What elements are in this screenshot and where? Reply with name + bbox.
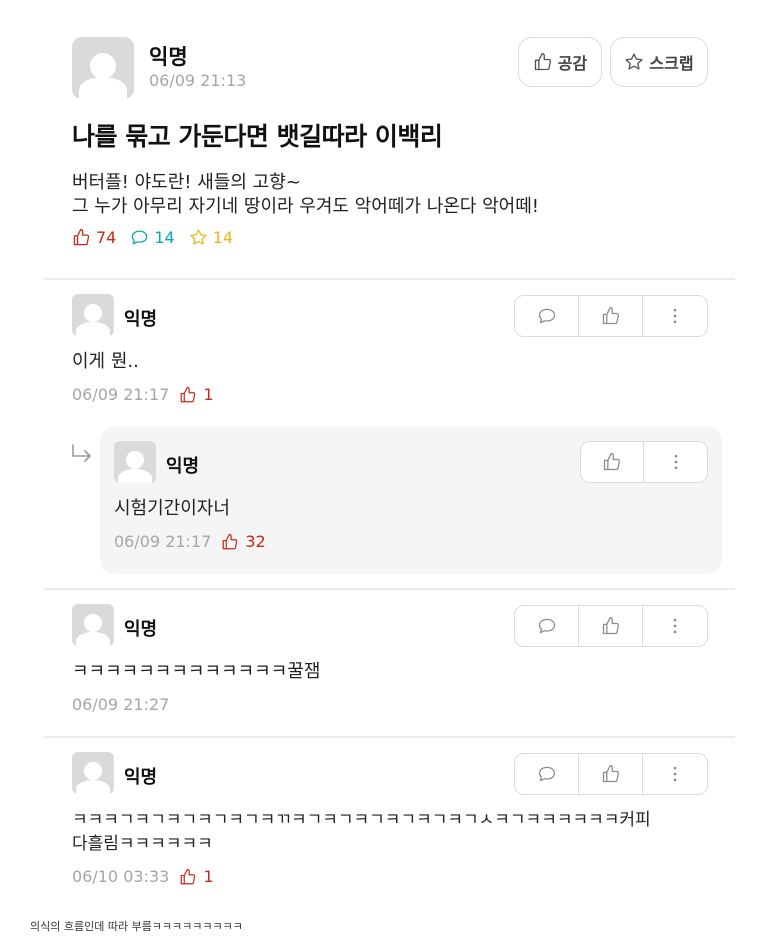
like-button[interactable]	[579, 296, 643, 336]
divider	[44, 736, 735, 738]
more-button[interactable]	[643, 754, 707, 794]
comment-text: ㅋㅋㅋㅋㅋㅋㅋㅋㅋㅋㅋㅋㅋ꿀잼	[72, 661, 321, 682]
thumbs-up-icon	[602, 307, 619, 325]
post-author-avatar	[72, 37, 134, 99]
comment-text: 이게 뭔..	[72, 351, 139, 372]
reply-actions	[580, 441, 708, 483]
post-like-value: 74	[96, 228, 117, 247]
thumbs-up-icon	[180, 386, 196, 402]
reply-box: 익명 시험기간이자너 06/09 21:17 32	[100, 427, 722, 574]
comment-avatar	[72, 294, 114, 336]
thumbs-up-icon	[222, 533, 238, 549]
thumbs-up-icon	[602, 617, 619, 635]
reply-meta: 06/09 21:17 32	[114, 532, 266, 551]
comment-text: ㅋㅋㅋㄱㅋㄱㅋㄱㅋㄱㅋㄱㅋㄲㅋㄱㅋㄱㅋㄱㅋㄱㅋㄱㅋㄱㅅㅋㄱㅋㅋㅋㅋㅋㅋ커피	[72, 810, 651, 830]
post-comment-value: 14	[154, 228, 175, 247]
reply-text: 시험기간이자너	[114, 498, 230, 519]
post-scrap-count: 14	[189, 228, 233, 247]
reply-like-count: 32	[221, 532, 266, 551]
post-title: 나를 묶고 가둔다면 뱃길따라 이백리	[72, 122, 443, 151]
reply-avatar	[114, 441, 156, 483]
comment-meta: 06/09 21:17 1	[72, 385, 214, 404]
comment-author: 익명	[124, 619, 158, 640]
comment-author: 익명	[124, 767, 158, 788]
post-comment-count: 14	[130, 228, 175, 247]
empathize-label: 공감	[557, 54, 588, 73]
more-vertical-icon	[673, 766, 677, 782]
thumbs-up-icon	[603, 453, 620, 471]
reply-like-value: 32	[245, 532, 266, 551]
more-button[interactable]	[643, 296, 707, 336]
scrap-label: 스크랩	[649, 54, 694, 73]
speech-bubble-icon	[538, 308, 555, 324]
comment-avatar	[72, 604, 114, 646]
post-stats: 74 14 14	[72, 228, 233, 247]
star-icon	[625, 53, 643, 70]
thumbs-up-icon	[73, 228, 90, 246]
more-vertical-icon	[673, 618, 677, 634]
reply-button[interactable]	[515, 296, 579, 336]
speech-bubble-icon	[132, 230, 148, 245]
thumbs-up-icon	[602, 765, 619, 783]
comment-actions	[514, 753, 708, 795]
post-body-line: 그 누가 아무리 자기네 땅이라 우겨도 악어떼가 나온다 악어떼!	[72, 196, 539, 217]
comment-meta: 06/09 21:27	[72, 695, 169, 714]
comment-author: 익명	[124, 309, 158, 330]
speech-bubble-icon	[538, 766, 555, 782]
comment-avatar	[72, 752, 114, 794]
like-button[interactable]	[579, 754, 643, 794]
comment-text: 다흘림ㅋㅋㅋㅋㅋㅋ	[72, 834, 213, 854]
comment-timestamp: 06/10 03:33	[72, 867, 170, 886]
comment-meta: 06/10 03:33 1	[72, 867, 214, 886]
reply-button[interactable]	[515, 754, 579, 794]
comment-timestamp: 06/09 21:17	[72, 385, 170, 404]
comment-like-value: 1	[203, 867, 214, 886]
reply-timestamp: 06/09 21:17	[114, 532, 212, 551]
like-button[interactable]	[581, 442, 645, 482]
more-vertical-icon	[674, 454, 677, 470]
comment-like-count: 1	[179, 385, 214, 404]
reply-arrow-icon	[72, 444, 91, 462]
post-like-count: 74	[72, 228, 116, 247]
comment-actions	[514, 605, 708, 647]
empathize-button[interactable]: 공감	[518, 37, 602, 87]
star-icon	[190, 229, 207, 245]
divider	[44, 588, 735, 590]
post-author-name: 익명	[149, 45, 188, 69]
more-button[interactable]	[643, 606, 707, 646]
more-vertical-icon	[673, 308, 677, 324]
divider	[44, 278, 735, 280]
comment-actions	[514, 295, 708, 337]
speech-bubble-icon	[538, 618, 555, 634]
post-scrap-value: 14	[212, 228, 234, 247]
comment-timestamp: 06/09 21:27	[72, 695, 170, 714]
scrap-button[interactable]: 스크랩	[610, 37, 708, 87]
reply-author: 익명	[166, 456, 200, 477]
thumbs-up-icon	[534, 53, 551, 71]
reply-button[interactable]	[515, 606, 579, 646]
comment-like-value: 1	[203, 385, 214, 404]
thumbs-up-icon	[180, 868, 196, 884]
like-button[interactable]	[579, 606, 643, 646]
more-button[interactable]	[644, 442, 707, 482]
caption: 의식의 흐름인데 따라 부름ㅋㅋㅋㅋㅋㅋㅋㅋㅋ	[30, 920, 243, 933]
post-timestamp: 06/09 21:13	[149, 71, 247, 90]
post-card: 익명 06/09 21:13 공감 스크랩 나를 묶고 가둔다면 뱃길따라 이백…	[30, 12, 749, 902]
post-body-line: 버터플! 야도란! 새들의 고향~	[72, 172, 301, 193]
comment-like-count: 1	[179, 867, 214, 886]
